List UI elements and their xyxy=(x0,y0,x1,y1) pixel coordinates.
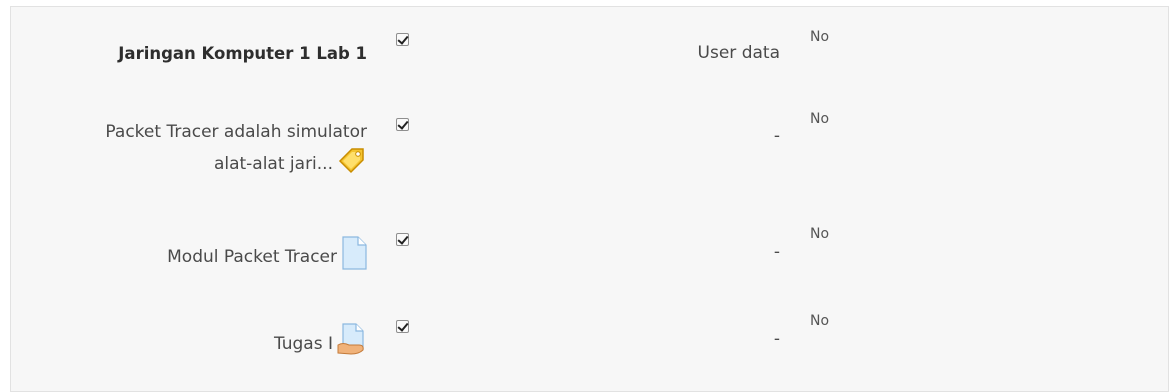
activity-label: Modul Packet Tracer xyxy=(167,236,367,278)
user-data-label: User data xyxy=(697,43,780,63)
user-data-label: - xyxy=(773,126,780,146)
activity-label-text: Tugas I xyxy=(273,334,333,354)
file-icon xyxy=(341,236,367,278)
user-data-value: No xyxy=(810,313,830,329)
activity-label: Packet Tracer adalah simulator alat-alat… xyxy=(105,120,367,183)
include-checkbox[interactable] xyxy=(396,320,409,333)
user-data-label: - xyxy=(773,329,780,349)
reset-options-panel: Jaringan Komputer 1 Lab 1 User data No P… xyxy=(10,6,1169,392)
include-checkbox[interactable] xyxy=(396,118,409,131)
user-data-value: No xyxy=(810,111,830,127)
user-data-value: No xyxy=(810,226,830,242)
activity-label-line2: alat-alat jari... xyxy=(105,145,367,183)
course-title-label: Jaringan Komputer 1 Lab 1 xyxy=(118,44,367,63)
activity-label: Tugas I xyxy=(274,323,367,365)
user-data-value: No xyxy=(810,29,830,45)
activity-label-line1: Packet Tracer adalah simulator xyxy=(105,122,367,142)
include-checkbox[interactable] xyxy=(396,33,409,46)
user-data-label: - xyxy=(773,242,780,262)
assignment-icon xyxy=(337,323,367,365)
label-tag-icon xyxy=(337,145,367,183)
include-checkbox[interactable] xyxy=(396,233,409,246)
activity-label-text: alat-alat jari... xyxy=(213,154,333,174)
activity-label-text: Modul Packet Tracer xyxy=(167,247,337,267)
